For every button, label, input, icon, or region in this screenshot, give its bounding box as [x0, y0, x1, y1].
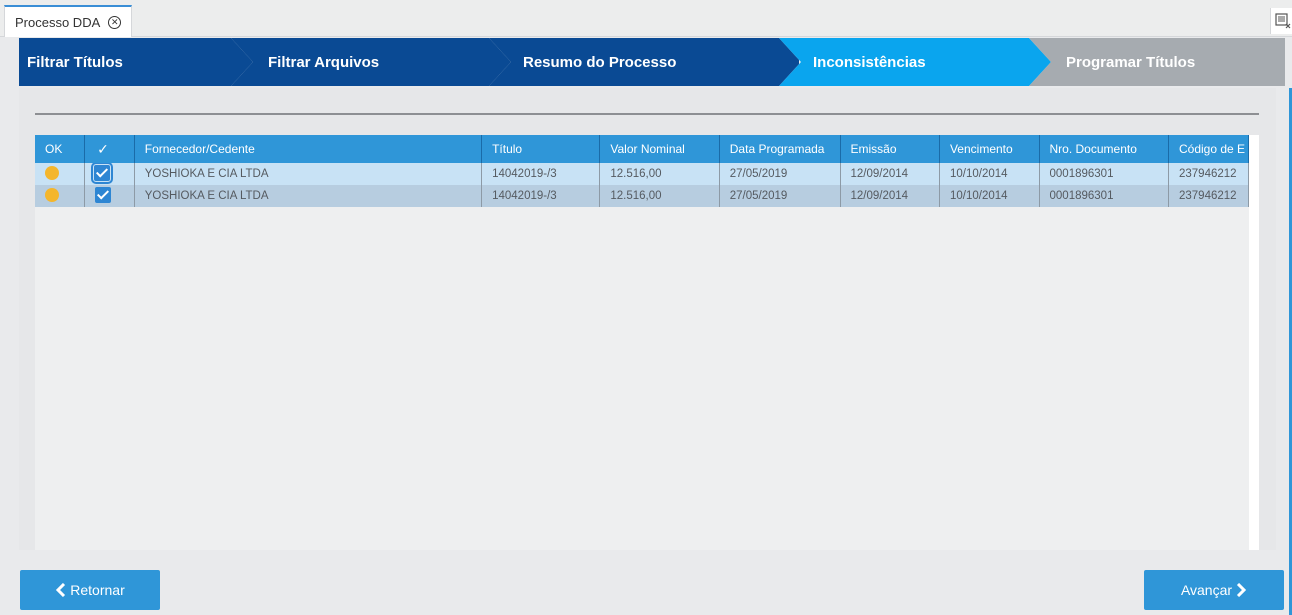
row-checkbox[interactable] [91, 163, 114, 184]
cell-fornecedor: YOSHIOKA E CIA LTDA [134, 163, 483, 185]
cell-fornecedor: YOSHIOKA E CIA LTDA [134, 185, 483, 207]
avancar-label: Avançar [1180, 582, 1233, 598]
retornar-button[interactable]: Retornar [20, 570, 160, 610]
wizard-step-label: Resumo do Processo [523, 53, 677, 71]
cell-codigo: 237946212 [1168, 163, 1249, 185]
wizard-steps: Filtrar Títulos Filtrar Arquivos Resumo … [19, 38, 1285, 86]
col-header-valor-nominal[interactable]: Valor Nominal [599, 135, 720, 163]
status-cell [35, 185, 86, 207]
status-dot-icon [45, 165, 59, 180]
col-header-ok[interactable]: OK [35, 135, 86, 163]
select-cell[interactable] [84, 185, 135, 207]
col-header-select-all[interactable]: ✓ [84, 135, 135, 163]
wizard-step-programar-titulos[interactable]: Programar Títulos [1029, 38, 1285, 86]
close-circle-icon[interactable]: ✕ [108, 15, 122, 29]
wizard-step-label: Filtrar Títulos [27, 53, 123, 71]
avancar-button[interactable]: Avançar [1144, 570, 1284, 610]
retornar-label: Retornar [70, 582, 125, 598]
table-row[interactable]: YOSHIOKA E CIA LTDA 14042019-/3 12.516,0… [35, 163, 1249, 185]
status-cell [35, 163, 86, 185]
grid-table: OK ✓ Fornecedor/Cedente Título Valor Nom… [35, 135, 1249, 207]
wizard-step-label: Filtrar Arquivos [268, 53, 380, 71]
wizard-step-inconsistencias[interactable]: Inconsistências [779, 38, 1069, 86]
inconsistencias-grid[interactable]: OK ✓ Fornecedor/Cedente Título Valor Nom… [35, 135, 1249, 550]
chevron-right-icon [1236, 583, 1247, 597]
cell-valor: 12.516,00 [599, 163, 720, 185]
col-header-fornecedor[interactable]: Fornecedor/Cedente [134, 135, 483, 163]
col-header-data-programada[interactable]: Data Programada [719, 135, 841, 163]
content-panel: OK ✓ Fornecedor/Cedente Título Valor Nom… [19, 88, 1276, 550]
cell-emissao: 12/09/2014 [840, 185, 940, 207]
col-header-titulo[interactable]: Título [481, 135, 601, 163]
tab-bar: Processo DDA ✕ [0, 0, 1292, 37]
table-row[interactable]: YOSHIOKA E CIA LTDA 14042019-/3 12.516,0… [35, 185, 1249, 207]
cell-valor: 12.516,00 [599, 185, 720, 207]
select-cell[interactable] [84, 163, 135, 185]
cell-vencimento: 10/10/2014 [939, 163, 1040, 185]
wizard-step-label: Inconsistências [813, 53, 926, 71]
check-icon: ✓ [97, 140, 109, 157]
cell-data-programada: 27/05/2019 [719, 163, 841, 185]
col-header-vencimento[interactable]: Vencimento [939, 135, 1040, 163]
tab-processo-dda[interactable]: Processo DDA ✕ [4, 5, 132, 37]
cell-emissao: 12/09/2014 [840, 163, 940, 185]
grid-header-row: OK ✓ Fornecedor/Cedente Título Valor Nom… [35, 135, 1249, 163]
divider [35, 113, 1259, 115]
grid-scrollbar[interactable] [1249, 135, 1259, 550]
row-checkbox[interactable] [95, 186, 112, 203]
cell-titulo: 14042019-/3 [481, 185, 601, 207]
tab-title: Processo DDA [15, 14, 101, 30]
cell-titulo: 14042019-/3 [481, 163, 601, 185]
col-header-nro-documento[interactable]: Nro. Documento [1039, 135, 1169, 163]
cell-data-programada: 27/05/2019 [719, 185, 841, 207]
wizard-step-filtrar-arquivos[interactable]: Filtrar Arquivos [231, 38, 521, 86]
window-restore-icon[interactable] [1270, 8, 1292, 34]
col-header-codigo[interactable]: Código de E [1168, 135, 1249, 163]
cell-nro-documento: 0001896301 [1039, 185, 1169, 207]
wizard-step-filtrar-titulos[interactable]: Filtrar Títulos [19, 38, 264, 86]
wizard-step-label: Programar Títulos [1066, 53, 1196, 71]
cell-vencimento: 10/10/2014 [939, 185, 1040, 207]
col-header-emissao[interactable]: Emissão [840, 135, 940, 163]
wizard-step-resumo-do-processo[interactable]: Resumo do Processo [489, 38, 799, 86]
status-dot-icon [45, 187, 59, 202]
cell-codigo: 237946212 [1168, 185, 1249, 207]
cell-nro-documento: 0001896301 [1039, 163, 1169, 185]
chevron-left-icon [56, 583, 66, 597]
